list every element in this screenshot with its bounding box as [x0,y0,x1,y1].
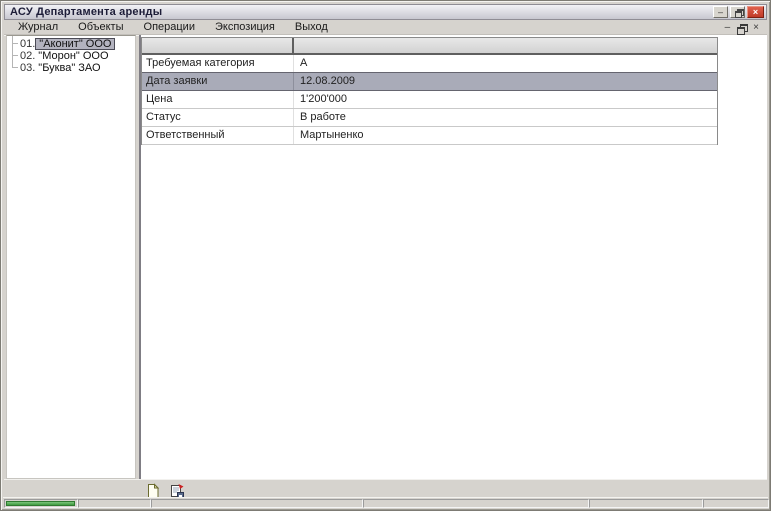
row-label: Цена [142,91,294,108]
menu-ekspoziciya[interactable]: Экспозиция [205,21,285,34]
status-panel [363,499,589,508]
row-value: Мартыненко [294,127,717,144]
property-grid: Требуемая категория А Дата заявки 12.08.… [141,37,718,145]
row-label: Ответственный [142,127,294,144]
window-controls: – × [713,6,764,18]
menu-operacii[interactable]: Операции [134,21,205,34]
status-panel [78,499,151,508]
menu-vykhod[interactable]: Выход [285,21,338,34]
row-value: А [294,55,717,72]
table-row-responsible[interactable]: Ответственный Мартыненко [142,127,717,145]
table-row-category[interactable]: Требуемая категория А [142,55,717,73]
status-panel [151,499,363,508]
tree-item-label[interactable]: "Аконит" ООО [35,38,115,50]
mdi-restore-button[interactable] [737,24,746,32]
tree-item-moron[interactable]: 02. "Морон" ООО [7,50,112,62]
row-label: Требуемая категория [142,55,294,72]
restore-icon [735,9,742,15]
status-panel-progress [4,499,78,508]
mdi-window-controls: – × [725,21,759,34]
progress-bar [6,501,75,506]
table-row-status[interactable]: Статус В работе [142,109,717,127]
grid-header-col1 [142,38,294,53]
tree-item-akonit[interactable]: 01. "Аконит" ООО [7,38,115,50]
grid-header-col2 [294,38,717,53]
status-bar [3,497,768,508]
row-label: Статус [142,109,294,126]
window-title: АСУ Департамента аренды [5,6,162,18]
minimize-button[interactable]: – [713,6,728,18]
details-panel: Требуемая категория А Дата заявки 12.08.… [141,35,767,479]
mdi-close-button[interactable]: × [753,22,759,34]
tree-item-number: 02. [18,50,35,62]
close-button[interactable]: × [747,6,764,18]
title-bar[interactable]: АСУ Департамента аренды – × [4,4,767,20]
table-row-price[interactable]: Цена 1'200'000 [142,91,717,109]
tree-item-bukva[interactable]: 03. "Буква" ЗАО [7,62,104,74]
tree-item-number: 03. [18,62,35,74]
organizations-tree: 01. "Аконит" ООО 02. "Морон" ООО 03. "Бу… [6,35,136,479]
row-value: 12.08.2009 [294,73,717,90]
row-label: Дата заявки [142,73,294,90]
row-value: 1'200'000 [294,91,717,108]
status-panel [589,499,703,508]
menu-obyekty[interactable]: Объекты [68,21,133,34]
grid-header-row [142,38,717,55]
app-window: АСУ Департамента аренды – × Журнал Объек… [0,0,771,511]
row-value: В работе [294,109,717,126]
menu-zhurnal[interactable]: Журнал [8,21,68,34]
mdi-minimize-button[interactable]: – [725,22,731,34]
menu-bar: Журнал Объекты Операции Экспозиция Выход… [4,21,767,35]
tree-item-label[interactable]: "Морон" ООО [35,50,111,62]
restore-button[interactable] [730,6,745,18]
tree-item-label[interactable]: "Буква" ЗАО [35,62,103,74]
tree-item-number: 01. [18,38,35,50]
table-row-date[interactable]: Дата заявки 12.08.2009 [142,72,717,91]
status-panel [703,499,769,508]
